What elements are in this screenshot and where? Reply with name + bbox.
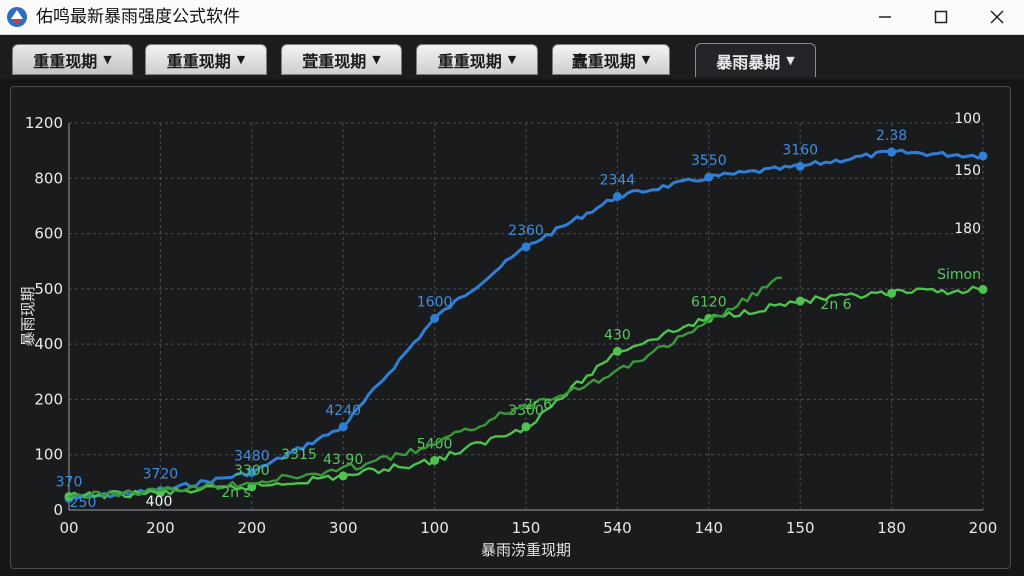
tab-1[interactable]: 重重现期 ▼	[12, 44, 133, 75]
tab-5[interactable]: 蠹重现期 ▼	[552, 44, 670, 75]
data-label-blue: 4240	[325, 403, 361, 419]
x-tick-label: 200	[146, 519, 175, 537]
caret-down-icon: ▼	[372, 53, 381, 66]
y-tick-label: 600	[34, 225, 63, 243]
minimize-icon	[879, 16, 891, 18]
data-point-blue	[612, 192, 622, 202]
data-label-blue: 3550	[691, 153, 727, 169]
y-tick-label: 400	[34, 335, 63, 353]
x-tick-label: 140	[694, 519, 723, 537]
line-chart: 0 100 200 400 500 600 800 1200 00 200 200 300 100 150…	[19, 111, 998, 559]
right-axis-label: 100	[954, 111, 981, 127]
data-point-blue	[795, 161, 805, 171]
data-point-blue	[887, 147, 897, 157]
data-label-green_bright: 3300	[234, 463, 270, 479]
tab-label: 重重现期	[166, 51, 231, 71]
data-label-green_bright: 6120	[691, 294, 727, 310]
data-point-green_bright	[612, 346, 622, 356]
x-tick-label: 200	[237, 519, 266, 537]
maximize-button[interactable]	[918, 0, 964, 34]
data-label-blue: 2.38	[876, 128, 907, 144]
minimize-button[interactable]	[862, 0, 908, 34]
tab-label: 萓重现期	[302, 51, 367, 71]
y-tick-label: 500	[34, 280, 63, 298]
data-point-blue	[978, 151, 988, 161]
caret-down-icon: ▼	[236, 53, 246, 66]
x-tick-label: 00	[59, 519, 78, 537]
tab-3[interactable]: 萓重现期 ▼	[281, 44, 402, 75]
tab-bar: 重重现期 ▼ 重重现期 ▼ 萓重现期 ▼ 重重现期 ▼ 蠹重现期 ▼ 暴雨暴期 ▼	[0, 35, 1024, 79]
data-point-blue	[430, 313, 440, 323]
window-title: 佑鸣最新暴雨强度公式软件	[36, 7, 240, 27]
data-point-green_bright	[521, 422, 531, 432]
data-point-green_bright	[338, 471, 348, 481]
chart-annotation: 2n s	[221, 485, 251, 501]
title-bar: 佑鸣最新暴雨强度公式软件	[0, 0, 1024, 35]
tab-6-active[interactable]: 暴雨暴期 ▼	[695, 43, 816, 77]
caret-down-icon: ▼	[786, 54, 795, 67]
x-tick-label: 200	[969, 519, 998, 537]
app-logo-icon	[7, 7, 27, 27]
x-tick-label: 150	[786, 519, 815, 537]
chart-annotation: 2r 6	[524, 397, 552, 413]
data-label-blue: 1600	[417, 294, 453, 310]
y-tick-label: 100	[34, 446, 63, 464]
x-tick-label: 100	[420, 519, 449, 537]
chart-annotation: 2n 6	[820, 297, 851, 313]
close-icon	[990, 10, 1004, 24]
data-point-green_bright	[978, 284, 988, 294]
x-tick-label: 180	[877, 519, 906, 537]
data-label-blue: 2344	[600, 173, 636, 189]
right-axis-label: 150	[954, 163, 981, 179]
caret-down-icon: ▼	[103, 53, 112, 66]
tab-label: 重重现期	[437, 51, 502, 71]
tab-4[interactable]: 重重现期 ▼	[416, 44, 538, 75]
tab-label: 重重现期	[33, 51, 98, 71]
x-axis-title: 暴雨涝重现期	[481, 541, 571, 559]
data-label-blue: 3720	[143, 467, 179, 483]
data-label-green_bright: 430	[604, 327, 631, 343]
close-button[interactable]	[974, 0, 1020, 34]
y-tick-label: 0	[53, 501, 63, 519]
caret-down-icon: ▼	[641, 53, 651, 66]
app-window: 佑鸣最新暴雨强度公式软件 重重现期 ▼ 重重现期 ▼ 萓重现期 ▼ 重重现期 ▼ 蠹重现…	[0, 0, 1024, 576]
data-point-blue	[338, 422, 348, 432]
chart-panel: 0 100 200 400 500 600 800 1200 00 200 200 300 100 150…	[10, 86, 1011, 569]
caret-down-icon: ▼	[507, 53, 517, 66]
tab-2[interactable]: 重重现期 ▼	[145, 44, 267, 75]
data-point-blue	[704, 172, 714, 182]
data-label-blue: 3160	[782, 142, 818, 158]
y-axis-title: 暴雨现期	[19, 286, 37, 346]
x-tick-label: 150	[512, 519, 541, 537]
data-point-green_bright	[795, 296, 805, 306]
y-tick-label: 800	[34, 169, 63, 187]
maximize-icon	[934, 10, 948, 24]
chart-annotation: 3315	[281, 447, 317, 463]
x-tick-label: 540	[603, 519, 632, 537]
tab-label: 暴雨暴期	[716, 52, 781, 72]
tab-label: 蠹重现期	[571, 51, 636, 71]
chart-annotation: Simon	[937, 267, 981, 283]
data-label-green_bright: 43.90	[323, 452, 363, 468]
x-tick-label: 300	[329, 519, 358, 537]
data-label-blue: 370	[56, 474, 83, 490]
chart-annotation: 250	[70, 495, 97, 511]
data-label-blue: 2360	[508, 223, 544, 239]
y-tick-label: 200	[34, 390, 63, 408]
chart-annotation: 400	[146, 494, 173, 510]
series-line-green_dark	[68, 276, 782, 499]
data-point-green_bright	[887, 288, 897, 298]
data-point-green_bright	[430, 455, 440, 465]
y-tick-label: 1200	[25, 114, 63, 132]
right-axis-label: 180	[954, 221, 981, 237]
data-point-blue	[521, 242, 531, 252]
